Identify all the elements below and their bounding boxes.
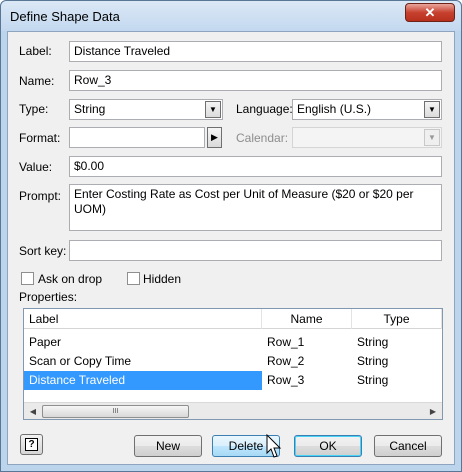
- row-type: String: [357, 335, 389, 349]
- format-caption: Format:: [19, 131, 61, 145]
- list-item[interactable]: Paper Row_1 String: [24, 333, 442, 352]
- horizontal-scrollbar[interactable]: ◀ III ▶: [24, 402, 442, 419]
- row-label: Scan or Copy Time: [29, 354, 132, 368]
- row-name: Row_3: [267, 373, 305, 387]
- help-icon: ?: [25, 438, 38, 451]
- row-type: String: [357, 373, 389, 387]
- type-dropdown[interactable]: String ▼: [69, 99, 223, 120]
- window-title: Define Shape Data: [10, 9, 120, 24]
- new-button[interactable]: New: [134, 435, 202, 457]
- close-button[interactable]: ✕: [405, 3, 455, 22]
- row-name: Row_1: [267, 335, 305, 349]
- close-icon: ✕: [424, 5, 436, 20]
- format-picker-button[interactable]: ▶: [207, 127, 222, 148]
- help-button[interactable]: ?: [20, 434, 43, 455]
- sortkey-caption: Sort key:: [19, 244, 67, 258]
- calendar-caption: Calendar:: [236, 131, 289, 145]
- list-item[interactable]: Scan or Copy Time Row_2 String: [24, 352, 442, 371]
- language-caption: Language:: [236, 102, 293, 116]
- sortkey-field[interactable]: [69, 240, 442, 261]
- scroll-left-icon[interactable]: ◀: [27, 405, 39, 418]
- play-arrow-icon: ▶: [211, 132, 218, 142]
- scroll-right-icon[interactable]: ▶: [427, 405, 439, 418]
- chevron-down-icon: ▼: [424, 129, 440, 146]
- column-header-name[interactable]: Name: [262, 309, 352, 329]
- cancel-button[interactable]: Cancel: [374, 435, 442, 457]
- label-caption: Label:: [19, 44, 52, 58]
- column-header-label[interactable]: Label: [24, 309, 262, 329]
- mouse-cursor-icon: [266, 434, 282, 458]
- row-label: Paper: [29, 335, 62, 349]
- language-value: English (U.S.): [297, 102, 372, 116]
- row-name: Row_2: [267, 354, 305, 368]
- hidden-label: Hidden: [143, 272, 182, 286]
- row-label: Distance Traveled: [24, 371, 262, 390]
- language-dropdown[interactable]: English (U.S.) ▼: [292, 99, 442, 120]
- prompt-caption: Prompt:: [19, 189, 62, 203]
- prompt-field[interactable]: Enter Costing Rate as Cost per Unit of M…: [69, 184, 442, 231]
- title-bar[interactable]: Define Shape Data ✕: [1, 1, 461, 31]
- name-caption: Name:: [19, 74, 55, 88]
- type-caption: Type:: [19, 102, 49, 116]
- scrollbar-thumb[interactable]: III: [42, 405, 189, 418]
- calendar-dropdown: ▼: [292, 127, 442, 148]
- define-shape-data-dialog: Define Shape Data ✕ Label: Distance Trav…: [0, 0, 462, 472]
- name-field[interactable]: Row_3: [69, 70, 442, 91]
- label-field[interactable]: Distance Traveled: [69, 41, 442, 62]
- type-value: String: [74, 102, 106, 116]
- list-item-selected[interactable]: Distance Traveled Row_3 String: [24, 371, 442, 390]
- ask-on-drop-label: Ask on drop: [38, 272, 103, 286]
- value-caption: Value:: [19, 160, 53, 174]
- format-field[interactable]: [69, 127, 205, 148]
- ask-on-drop-checkbox[interactable]: [21, 272, 34, 285]
- dialog-body: Label: Distance Traveled Name: Row_3 Typ…: [7, 31, 455, 465]
- hidden-checkbox[interactable]: [127, 272, 140, 285]
- ok-button[interactable]: OK: [294, 435, 362, 457]
- value-field[interactable]: $0.00: [69, 156, 442, 177]
- column-header-type[interactable]: Type: [352, 309, 442, 329]
- chevron-down-icon[interactable]: ▼: [424, 101, 440, 118]
- row-type: String: [357, 354, 389, 368]
- properties-caption: Properties:: [19, 290, 78, 304]
- list-header: Label Name Type: [24, 309, 442, 329]
- properties-list[interactable]: Label Name Type Paper Row_1 String Scan …: [23, 308, 443, 420]
- chevron-down-icon[interactable]: ▼: [205, 101, 221, 118]
